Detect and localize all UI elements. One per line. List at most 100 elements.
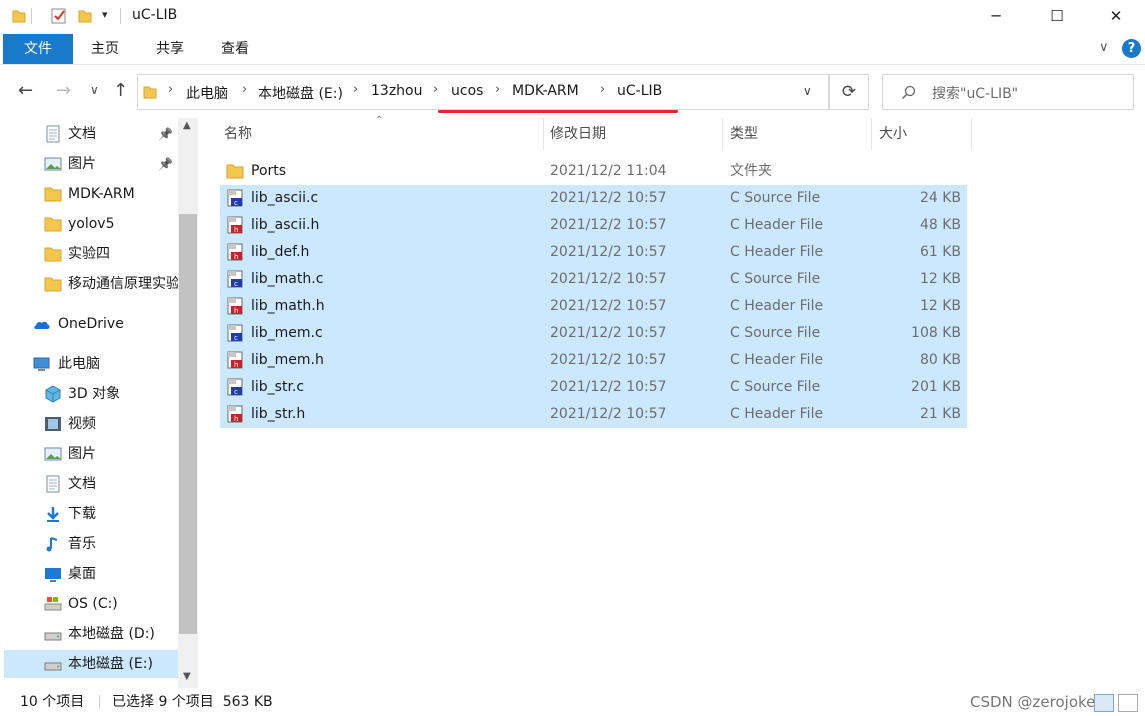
- file-row[interactable]: Ports 2021/12/2 11:04 文件夹: [220, 158, 967, 185]
- expand-ribbon-icon[interactable]: ∨: [1099, 40, 1109, 55]
- forward-button[interactable]: →: [56, 80, 71, 101]
- sidebar-item-5[interactable]: 移动通信原理实验: [0, 270, 178, 298]
- file-type: C Header File: [730, 217, 824, 233]
- file-date: 2021/12/2 11:04: [550, 163, 667, 179]
- breadcrumb-this-pc[interactable]: 此电脑: [186, 83, 228, 103]
- file-row[interactable]: h lib_str.h 2021/12/2 10:57 C Header File 21…: [220, 401, 967, 428]
- file-name: lib_mem.h: [251, 352, 324, 368]
- maximize-button[interactable]: ☐: [1034, 0, 1080, 32]
- search-input[interactable]: 搜索"uC-LIB": [882, 74, 1134, 110]
- quick-access-dropdown-icon[interactable]: ▾: [102, 8, 108, 21]
- help-icon[interactable]: ?: [1122, 39, 1141, 58]
- file-row[interactable]: h lib_ascii.h 2021/12/2 10:57 C Header File…: [220, 212, 967, 239]
- file-name: lib_math.c: [251, 271, 324, 287]
- videos-icon: [44, 415, 61, 432]
- large-icons-view-icon[interactable]: [1118, 694, 1138, 712]
- file-row[interactable]: c lib_math.c 2021/12/2 10:57 C Source File 1…: [220, 266, 967, 293]
- breadcrumb-separator-icon: ›: [495, 82, 501, 97]
- breadcrumb-drive-e[interactable]: 本地磁盘 (E:): [258, 83, 343, 103]
- refresh-button[interactable]: ⟳: [829, 74, 869, 110]
- sidebar-item-4[interactable]: 实验四: [0, 240, 178, 268]
- sidebar-item-0[interactable]: 文档 📌: [0, 120, 178, 148]
- file-row[interactable]: h lib_def.h 2021/12/2 10:57 C Header File 61…: [220, 239, 967, 266]
- breadcrumb-mdk-arm[interactable]: MDK-ARM: [512, 83, 579, 99]
- sidebar-item-12[interactable]: 下载: [0, 500, 178, 528]
- breadcrumb-ucos[interactable]: ucos: [451, 83, 483, 99]
- c-source-file-icon: c: [226, 189, 244, 208]
- search-icon: [902, 85, 916, 99]
- file-row[interactable]: c lib_str.c 2021/12/2 10:57 C Source File 20…: [220, 374, 967, 401]
- breadcrumb-separator-icon: ›: [168, 82, 174, 97]
- sidebar-item-9[interactable]: 视频: [0, 410, 178, 438]
- drive-icon: [44, 655, 62, 672]
- title-bar: ▾ uC-LIB ─ ☐ ✕: [0, 0, 1145, 34]
- column-header-date[interactable]: 修改日期: [550, 118, 606, 150]
- breadcrumb-13zhou[interactable]: 13zhou: [371, 83, 422, 99]
- sidebar-item-16[interactable]: 本地磁盘 (D:): [0, 620, 178, 648]
- file-row[interactable]: h lib_mem.h 2021/12/2 10:57 C Header File 80…: [220, 347, 967, 374]
- file-date: 2021/12/2 10:57: [550, 298, 667, 314]
- new-folder-icon[interactable]: [78, 9, 92, 23]
- tab-home[interactable]: 主页: [80, 34, 130, 64]
- sidebar-item-6[interactable]: OneDrive: [0, 310, 178, 338]
- sidebar-item-13[interactable]: 音乐: [0, 530, 178, 558]
- folder-icon: [44, 185, 62, 202]
- watermark: CSDN @zerojoker1: [970, 693, 1112, 711]
- sidebar-item-15[interactable]: OS (C:): [0, 590, 178, 618]
- sidebar-item-14[interactable]: 桌面: [0, 560, 178, 588]
- sidebar-item-7[interactable]: 此电脑: [0, 350, 178, 378]
- c-header-file-icon: h: [226, 243, 244, 262]
- details-view-icon[interactable]: [1094, 694, 1114, 712]
- file-date: 2021/12/2 10:57: [550, 217, 667, 233]
- column-header-name[interactable]: 名称: [224, 118, 252, 150]
- breadcrumb-uc-lib[interactable]: uC-LIB: [617, 83, 662, 99]
- scrollbar-thumb[interactable]: [179, 214, 197, 634]
- column-divider[interactable]: [871, 118, 872, 150]
- properties-icon[interactable]: [51, 8, 67, 24]
- file-row[interactable]: c lib_mem.c 2021/12/2 10:57 C Source File 10…: [220, 320, 967, 347]
- tab-file[interactable]: 文件: [3, 34, 73, 64]
- column-divider[interactable]: [971, 118, 972, 150]
- column-header-type[interactable]: 类型: [730, 118, 758, 150]
- sidebar-item-1[interactable]: 图片 📌: [0, 150, 178, 178]
- back-button[interactable]: ←: [18, 80, 33, 101]
- file-name: lib_math.h: [251, 298, 325, 314]
- sidebar-item-label: OS (C:): [68, 596, 118, 612]
- breadcrumb-separator-icon: ›: [433, 82, 439, 97]
- sidebar-item-label: 视频: [68, 416, 96, 432]
- address-bar[interactable]: › 此电脑 › 本地磁盘 (E:) › 13zhou › ucos › MDK-…: [137, 74, 829, 110]
- navigation-bar: ← → ∨ ↑ › 此电脑 › 本地磁盘 (E:) › 13zhou › uco…: [0, 66, 1145, 118]
- file-type: C Source File: [730, 190, 821, 206]
- address-dropdown-icon[interactable]: ∨: [803, 84, 812, 98]
- sidebar-scrollbar[interactable]: ▲ ▼: [178, 118, 198, 688]
- tab-view[interactable]: 查看: [210, 34, 260, 64]
- file-row[interactable]: h lib_math.h 2021/12/2 10:57 C Header File 1…: [220, 293, 967, 320]
- file-row[interactable]: c lib_ascii.c 2021/12/2 10:57 C Source File…: [220, 185, 967, 212]
- sidebar-item-2[interactable]: MDK-ARM: [0, 180, 178, 208]
- scroll-up-icon[interactable]: ▲: [183, 120, 191, 131]
- scroll-down-icon[interactable]: ▼: [183, 671, 191, 682]
- column-header-size[interactable]: 大小: [879, 118, 907, 150]
- tab-share[interactable]: 共享: [145, 34, 195, 64]
- sidebar-item-label: 音乐: [68, 536, 96, 552]
- sidebar-item-label: 此电脑: [58, 356, 100, 372]
- sidebar-item-8[interactable]: 3D 对象: [0, 380, 178, 408]
- up-button[interactable]: ↑: [113, 80, 128, 101]
- sidebar-item-label: 3D 对象: [68, 386, 121, 402]
- column-divider[interactable]: [543, 118, 544, 150]
- onedrive-icon: [33, 315, 50, 332]
- column-divider[interactable]: [722, 118, 723, 150]
- window-title: uC-LIB: [132, 7, 178, 23]
- recent-locations-icon[interactable]: ∨: [90, 83, 99, 97]
- search-placeholder: 搜索"uC-LIB": [932, 86, 1019, 102]
- 3d-objects-icon: [44, 385, 61, 403]
- svg-text:c: c: [234, 388, 238, 396]
- sidebar-item-11[interactable]: 文档: [0, 470, 178, 498]
- close-button[interactable]: ✕: [1093, 0, 1139, 32]
- sidebar-item-17[interactable]: 本地磁盘 (E:): [4, 650, 178, 678]
- sidebar-item-10[interactable]: 图片: [0, 440, 178, 468]
- minimize-button[interactable]: ─: [973, 0, 1019, 32]
- file-size: 108 KB: [911, 325, 961, 341]
- documents-icon: [44, 125, 61, 143]
- sidebar-item-3[interactable]: yolov5: [0, 210, 178, 238]
